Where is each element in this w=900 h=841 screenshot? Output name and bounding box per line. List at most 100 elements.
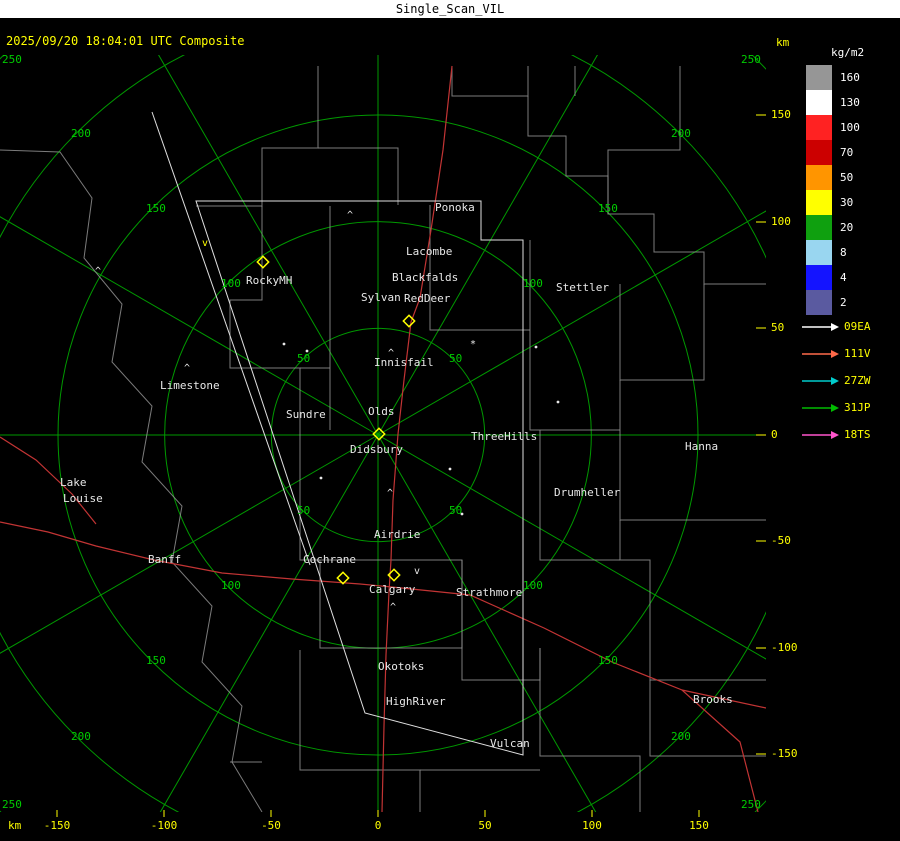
- city-label-reddeer: RedDeer: [404, 292, 451, 305]
- radial-spoke: [159, 434, 379, 812]
- right-axis-label: 0: [771, 428, 778, 441]
- range-rings: [0, 55, 766, 812]
- map-glyph-marker: v: [414, 566, 420, 577]
- ring-distance-label: 100: [221, 277, 241, 290]
- ring-distance-label: 100: [221, 579, 241, 592]
- ring-distance-label: 150: [146, 654, 166, 667]
- color-swatch-value: 50: [840, 171, 854, 184]
- city-label-blackfalds: Blackfalds: [392, 271, 458, 284]
- color-swatch-130: [806, 90, 832, 115]
- city-label-cochrane: Cochrane: [303, 553, 356, 566]
- right-axis-label: -100: [771, 641, 798, 654]
- city-label-brooks: Brooks: [693, 693, 733, 706]
- ring-distance-label: 250: [741, 798, 761, 811]
- station-arrow-head: [831, 404, 839, 412]
- ring-distance-label: 150: [146, 202, 166, 215]
- bottom-axis-label: 50: [478, 819, 492, 832]
- city-label-calgary: Calgary: [369, 583, 416, 596]
- town-dot-marker: [556, 400, 560, 404]
- city-label-okotoks: Okotoks: [378, 660, 424, 673]
- station-arrow-head: [831, 431, 839, 439]
- color-swatch-value: 4: [840, 271, 847, 284]
- color-swatch-value: 30: [840, 196, 854, 209]
- right-axis-label: 100: [771, 215, 791, 228]
- town-dot-marker: [282, 342, 286, 346]
- ring-distance-label: 50: [297, 352, 310, 365]
- color-swatch-value: 2: [840, 296, 847, 309]
- ring-distance-label: 150: [598, 654, 618, 667]
- color-swatch-4: [806, 265, 832, 290]
- color-swatch-value: 70: [840, 146, 854, 159]
- bottom-axis-label: 0: [374, 819, 382, 832]
- city-label-drumheller: Drumheller: [554, 486, 621, 499]
- station-arrow-head: [831, 377, 839, 385]
- city-labels: Ponoka Lacombe Blackfalds Sylvan RedDeer Rock…: [60, 201, 733, 750]
- color-swatch-value: 130: [840, 96, 860, 109]
- ring-distance-label: 50: [297, 504, 310, 517]
- color-swatch-8: [806, 240, 832, 265]
- bottom-axis-label: -50: [261, 819, 281, 832]
- color-swatch-value: 160: [840, 71, 860, 84]
- ring-distance-label: 250: [741, 53, 761, 66]
- county-boundaries: [0, 66, 766, 812]
- city-label-hanna: Hanna: [685, 440, 718, 453]
- radial-spoke: [0, 216, 379, 436]
- axis-ticks: [56, 114, 766, 817]
- map-glyph-marker: ^: [387, 488, 393, 499]
- city-label-banff: Banff: [148, 553, 181, 566]
- ring-distance-label: 200: [671, 730, 691, 743]
- map-glyph-marker: ^: [95, 266, 101, 277]
- right-axis-label: -50: [771, 534, 791, 547]
- town-dot-marker: [460, 512, 464, 516]
- ring-distance-label: 200: [71, 127, 91, 140]
- city-label-threehills: ThreeHills: [471, 430, 537, 443]
- radial-spoke: [0, 434, 379, 654]
- city-label-innisfail: Innisfail: [374, 356, 434, 369]
- radar-map: 50 50 50 50 100 100 100 100 150 150 150 150 200 200 20…: [0, 53, 839, 817]
- city-label-highriver: HighRiver: [386, 695, 446, 708]
- right-axis-label: 50: [771, 321, 785, 334]
- color-swatch-2: [806, 290, 832, 315]
- ring-distance-label: 200: [671, 127, 691, 140]
- ring-distance-label: 50: [449, 352, 462, 365]
- range-ring-labels: 50 50 50 50 100 100 100 100 150 150 150 150 200 200 20…: [2, 53, 761, 811]
- station-id-27zw: 27ZW: [844, 374, 871, 387]
- ring-distance-label: 100: [523, 277, 543, 290]
- city-label-lacombe: Lacombe: [406, 245, 452, 258]
- radar-viewer-window: Single_Scan_VIL 2025/09/20 18:04:01 UTC …: [0, 0, 900, 841]
- station-id-31jp: 31JP: [844, 401, 871, 414]
- color-swatch-value: 20: [840, 221, 854, 234]
- map-glyph-marker: ^: [347, 210, 353, 221]
- color-swatch-30: [806, 190, 832, 215]
- town-dot-marker: [448, 467, 452, 471]
- city-label-lake: Lake: [60, 476, 87, 489]
- city-label-limestone: Limestone: [160, 379, 220, 392]
- bottom-axis-label: -100: [150, 819, 178, 832]
- city-label-vulcan: Vulcan: [490, 737, 530, 750]
- highways: [0, 65, 766, 812]
- right-axis-label: -150: [771, 747, 798, 760]
- city-label-airdrie: Airdrie: [374, 528, 420, 541]
- bottom-axis-label: 100: [582, 819, 602, 832]
- radial-spoke: [377, 55, 598, 436]
- color-swatch-value: 100: [840, 121, 860, 134]
- station-id-09ea: 09EA: [844, 320, 871, 333]
- ring-distance-label: 250: [2, 53, 22, 66]
- city-label-ponoka: Ponoka: [435, 201, 475, 214]
- station-arrow-head: [831, 323, 839, 331]
- city-label-sundre: Sundre: [286, 408, 326, 421]
- ring-distance-label: 50: [449, 504, 462, 517]
- range-ring-250: [0, 55, 766, 812]
- station-arrow-head: [831, 350, 839, 358]
- map-glyph-marker: ^: [184, 363, 190, 374]
- city-label-rockymh: RockyMH: [246, 274, 292, 287]
- station-id-18ts: 18TS: [844, 428, 871, 441]
- city-label-olds: Olds: [368, 405, 395, 418]
- bottom-axis-label: -150: [43, 819, 71, 832]
- color-swatch-160: [806, 65, 832, 90]
- color-swatch-50: [806, 165, 832, 190]
- ring-distance-label: 100: [523, 579, 543, 592]
- city-label-didsbury: Didsbury: [350, 443, 403, 456]
- color-swatch-70: [806, 140, 832, 165]
- ring-distance-label: 150: [598, 202, 618, 215]
